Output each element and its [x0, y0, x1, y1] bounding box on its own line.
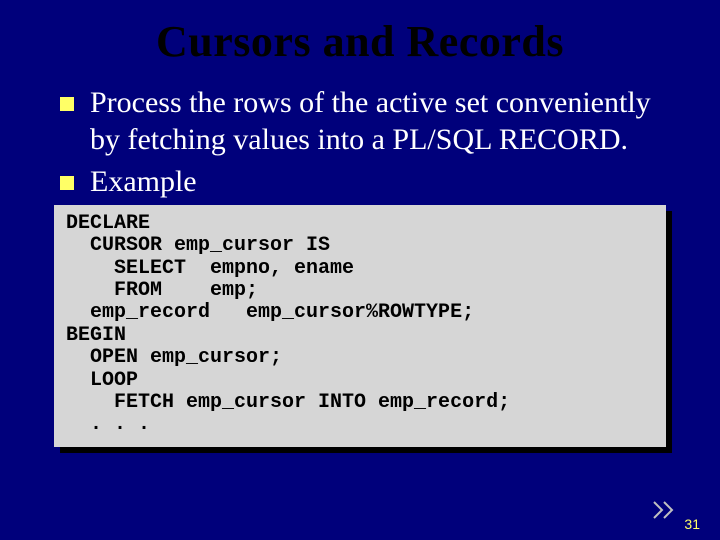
- bullet-icon: [60, 176, 74, 190]
- bullet-text: Example: [90, 165, 197, 198]
- page-number: 31: [684, 516, 700, 532]
- bullet-text: Process the rows of the active set conve…: [90, 86, 651, 156]
- code-block-wrap: DECLARE CURSOR emp_cursor IS SELECT empn…: [54, 205, 666, 447]
- slide: Cursors and Records Process the rows of …: [0, 0, 720, 540]
- slide-title: Cursors and Records: [50, 16, 670, 67]
- next-slide-button[interactable]: [652, 500, 678, 520]
- bullet-item: Example: [60, 164, 670, 201]
- bullet-list: Process the rows of the active set conve…: [60, 85, 670, 201]
- code-block: DECLARE CURSOR emp_cursor IS SELECT empn…: [54, 205, 666, 447]
- bullet-icon: [60, 97, 74, 111]
- bullet-item: Process the rows of the active set conve…: [60, 85, 670, 158]
- double-arrow-icon: [652, 500, 678, 520]
